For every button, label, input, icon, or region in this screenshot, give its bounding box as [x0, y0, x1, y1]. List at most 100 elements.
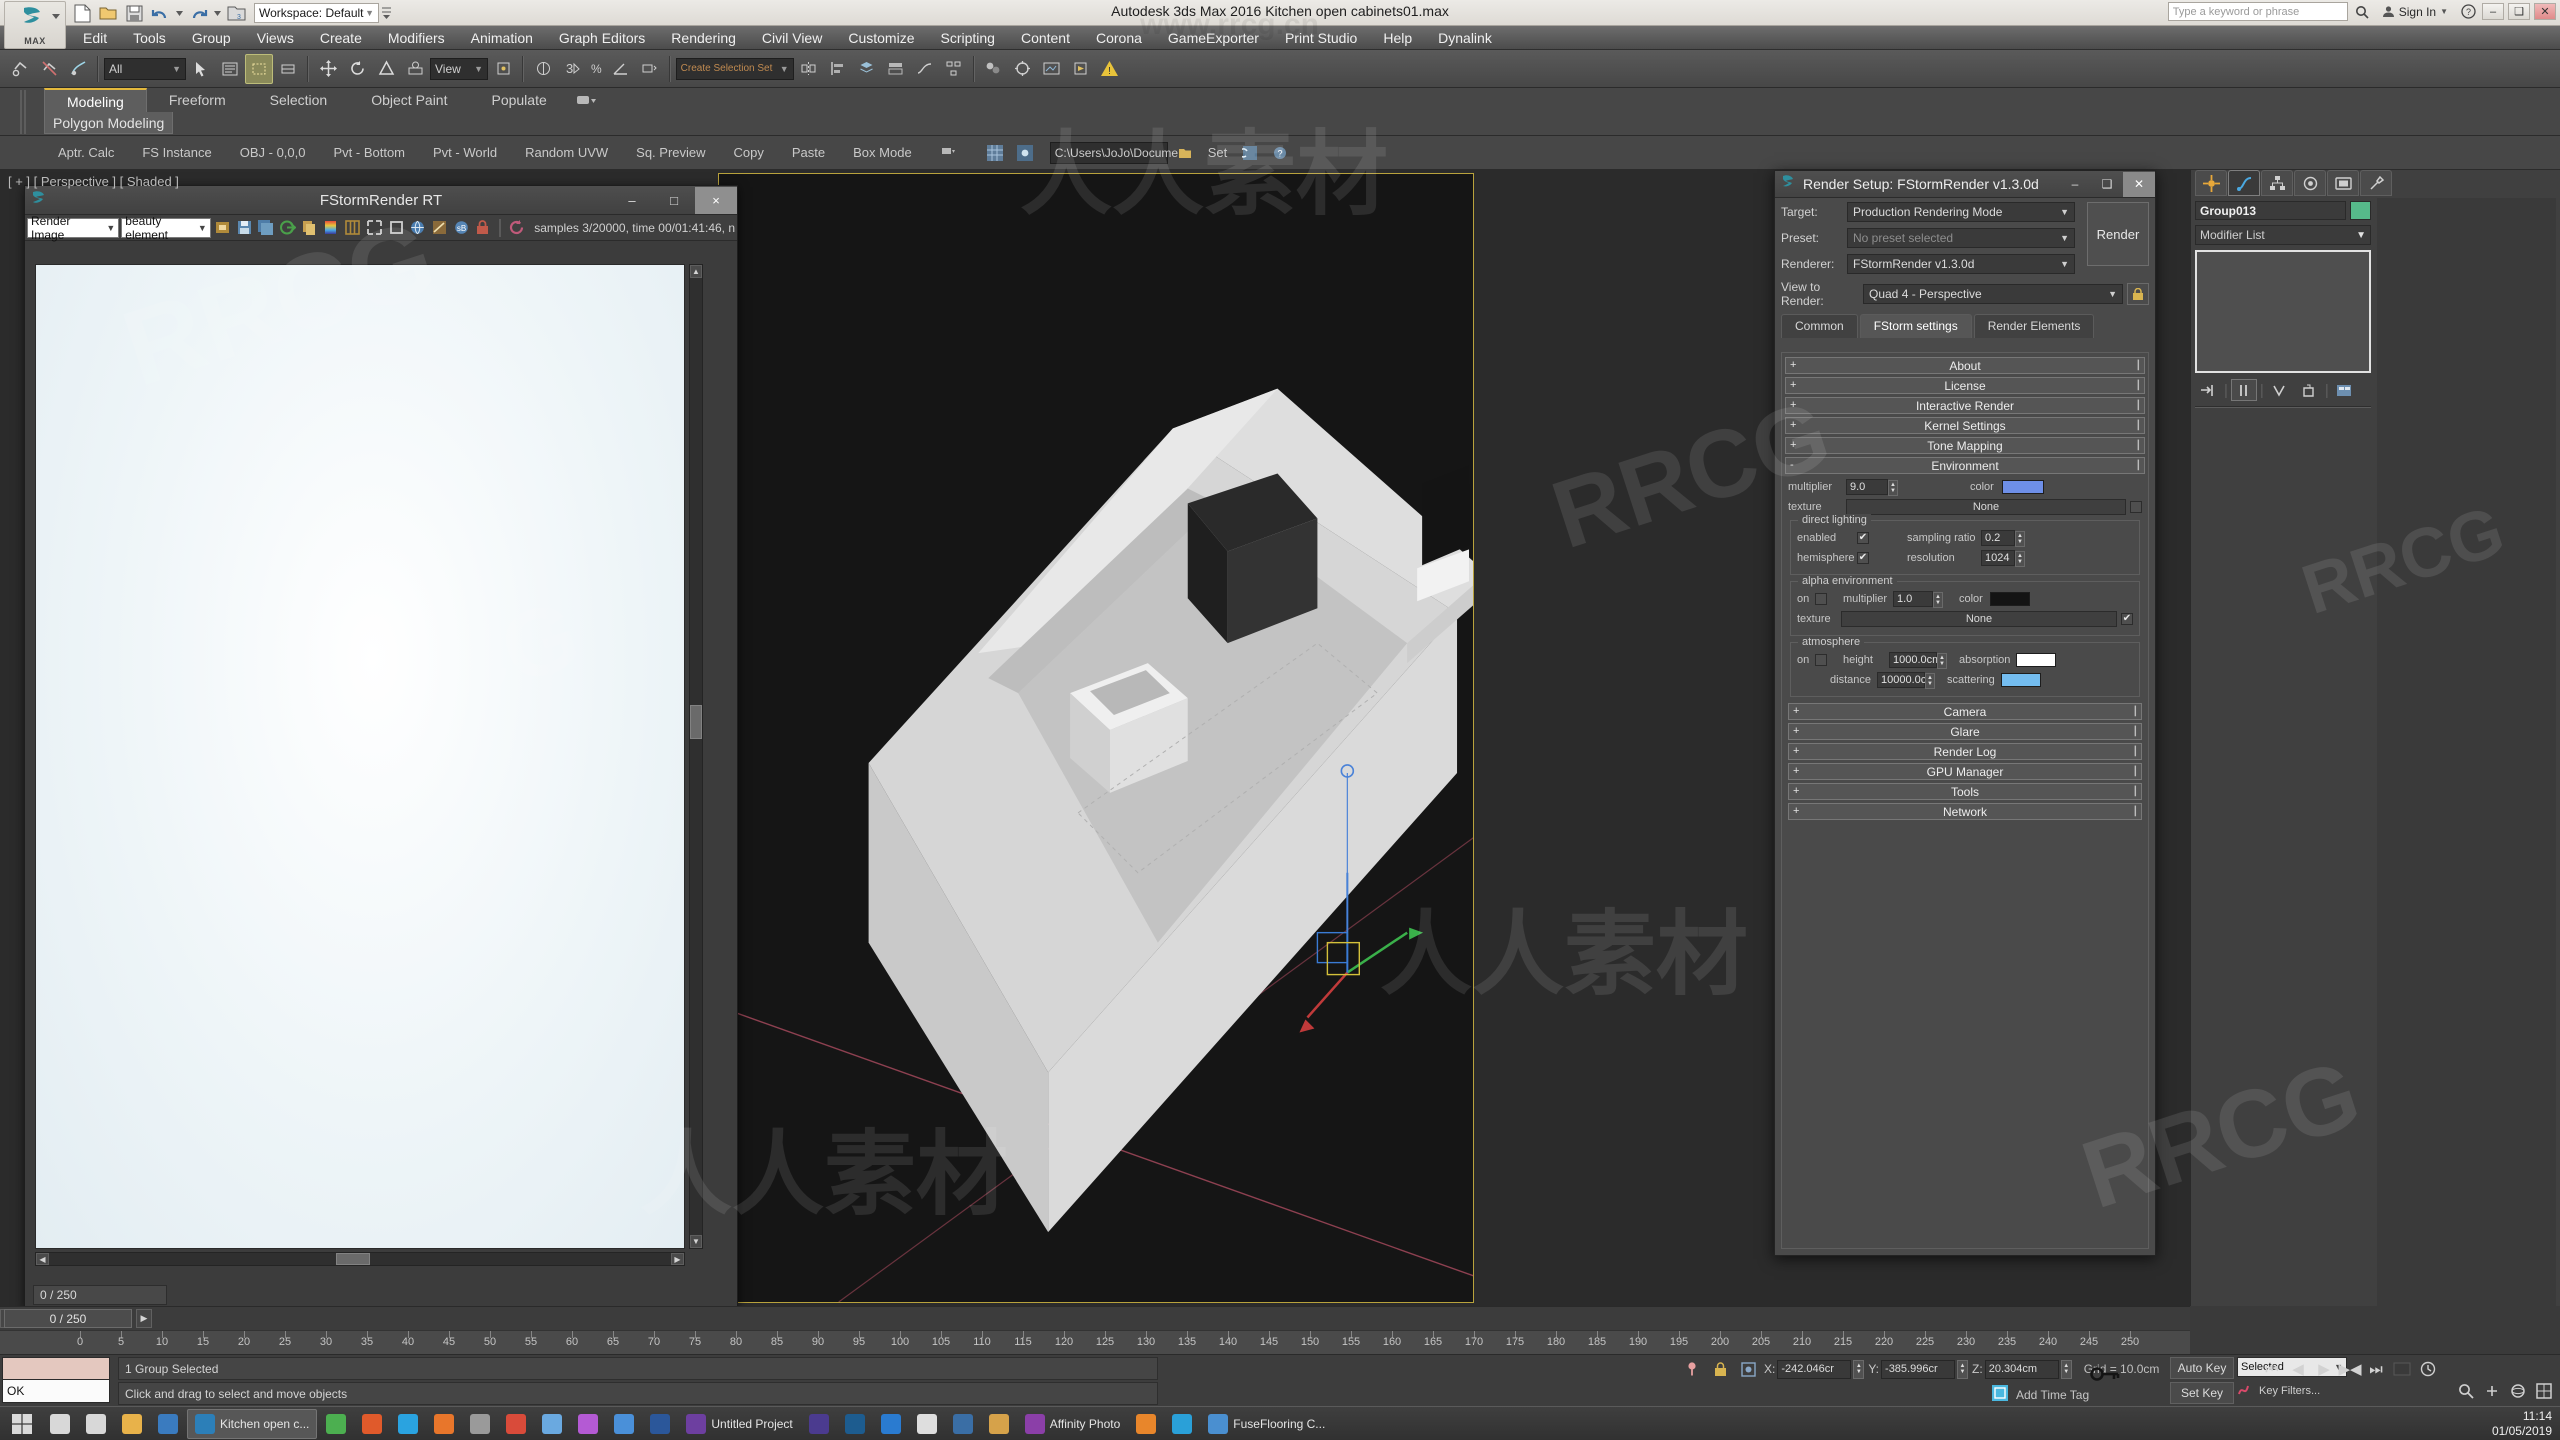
open-file-icon[interactable] [96, 2, 120, 24]
help-icon[interactable]: ? [2458, 3, 2478, 21]
script-button-paste[interactable]: Paste [778, 141, 839, 165]
ribbon-tab-freeform[interactable]: Freeform [147, 88, 248, 112]
globe-icon[interactable] [408, 217, 428, 238]
menu-item-edit[interactable]: Edit [70, 26, 120, 50]
unlink-icon[interactable] [35, 54, 63, 84]
align-icon[interactable] [824, 54, 852, 84]
project-folder-icon[interactable]: 3 [224, 2, 248, 24]
render-setup-title-bar[interactable]: Render Setup: FStormRender v1.3.0d – ❑ ✕ [1775, 171, 2155, 198]
create-tab[interactable] [2195, 170, 2227, 196]
modifier-stack[interactable] [2195, 250, 2371, 373]
taskbar-item-max[interactable] [151, 1409, 185, 1439]
menu-item-dynalink[interactable]: Dynalink [1425, 26, 1505, 50]
select-and-manipulate-icon[interactable] [529, 54, 557, 84]
taskbar-item-power[interactable] [499, 1409, 533, 1439]
crop-icon[interactable] [386, 217, 406, 238]
ribbon-tab-populate[interactable]: Populate [469, 88, 568, 112]
render-button[interactable]: Render [2087, 202, 2149, 266]
show-end-result-icon[interactable] [2230, 379, 2257, 401]
fstorm-element-combo[interactable]: beauty element ▼ [121, 214, 211, 242]
material-editor-icon[interactable] [980, 54, 1008, 84]
alpha-texture-checkbox[interactable]: ✔ [2121, 613, 2133, 625]
time-tag-icon[interactable] [1990, 1383, 2010, 1407]
render-setup-tab-fstorm-settings[interactable]: FStorm settings [1859, 314, 1972, 338]
track-bar[interactable]: 0 5 10 15 20 25 30 35 40 45 50 55 60 65 70 75 80 85 90 95 10… [0, 1330, 2190, 1354]
script-button-random-uvw[interactable]: Random UVW [511, 141, 622, 165]
gradient-icon[interactable] [321, 217, 341, 238]
time-slider-next-icon[interactable]: ▶ [136, 1309, 152, 1328]
script-button-box-mode[interactable]: Box Mode [839, 141, 926, 165]
fstorm-minimize-button[interactable]: – [611, 187, 653, 214]
atmosphere-absorption-swatch[interactable] [2016, 653, 2057, 667]
lock-icon[interactable] [473, 217, 493, 238]
render-setup-dialog[interactable]: Render Setup: FStormRender v1.3.0d – ❑ ✕… [1774, 170, 2156, 1256]
atmosphere-on-checkbox[interactable] [1815, 654, 1827, 666]
rollout-gpu-manager[interactable]: + GPU Manager ┃ [1788, 763, 2142, 780]
fit-icon[interactable] [365, 217, 385, 238]
rollout-environment[interactable]: - Environment ┃ [1785, 457, 2145, 474]
menu-item-graph-editors[interactable]: Graph Editors [546, 26, 658, 50]
preset-dropdown[interactable]: No preset selected ▼ [1847, 228, 2075, 248]
snap-toggle-icon[interactable] [1012, 140, 1038, 166]
script-button-fs-instance[interactable]: FS Instance [128, 141, 225, 165]
menu-item-corona[interactable]: Corona [1083, 26, 1155, 50]
rollout-kernel-settings[interactable]: + Kernel Settings ┃ [1785, 417, 2145, 434]
maxscript-input-pane[interactable]: OK [2, 1380, 110, 1403]
play-animation-icon[interactable]: ▶ [2312, 1357, 2336, 1381]
maximize-viewport-icon[interactable] [2532, 1379, 2556, 1403]
rollout-about[interactable]: + About ┃ [1785, 357, 2145, 374]
dl-sampling-ratio-input[interactable]: 0.2 ▲ ▼ [1981, 530, 2025, 547]
spinner-arrows-icon[interactable]: ▲ ▼ [1888, 480, 1898, 496]
auto-key-button[interactable]: Auto Key [2170, 1357, 2234, 1379]
reference-coordinate-system-combo[interactable]: View ▼ [430, 57, 488, 80]
motion-tab[interactable] [2294, 170, 2326, 196]
remove-modifier-icon[interactable] [2296, 379, 2322, 401]
perspective-viewport[interactable] [718, 173, 1474, 1303]
taskbar-item-aftereffects[interactable] [802, 1409, 836, 1439]
new-file-icon[interactable] [70, 2, 94, 24]
ribbon-tab-modeling[interactable]: Modeling [44, 88, 147, 112]
fstorm-close-button[interactable]: × [695, 186, 737, 214]
taskbar-item-sketchup[interactable] [355, 1409, 389, 1439]
spinner-arrows-icon[interactable]: ▲ ▼ [1853, 1359, 1865, 1379]
grid-toggle-icon[interactable] [982, 140, 1008, 166]
taskbar-item-max-app[interactable]: Kitchen open c... [187, 1408, 318, 1439]
taskbar-item-notes[interactable] [910, 1409, 944, 1439]
fstorm-vertical-scrollbar[interactable]: ▲ ▼ [689, 264, 703, 1249]
atmosphere-scattering-swatch[interactable] [2000, 673, 2041, 687]
taskbar-item-explorer[interactable] [115, 1409, 149, 1439]
go-to-end-icon[interactable]: ⏭ [2364, 1357, 2388, 1381]
search-icon[interactable] [2352, 3, 2372, 21]
placement-icon[interactable] [401, 54, 429, 84]
bind-space-warp-icon[interactable] [64, 54, 92, 84]
scroll-right-icon[interactable]: ▶ [671, 1253, 684, 1265]
taskbar-item-chrome[interactable] [319, 1409, 353, 1439]
scroll-thumb[interactable] [690, 705, 702, 739]
add-time-tag-label[interactable]: Add Time Tag [2016, 1388, 2089, 1402]
dropdown-icon[interactable] [936, 140, 962, 166]
next-frame-icon[interactable]: ▶◀ [2338, 1357, 2362, 1381]
menu-item-views[interactable]: Views [244, 26, 307, 50]
fstorm-render-mode-combo[interactable]: Render Image ▼ [27, 214, 120, 242]
script-button-sq-preview[interactable]: Sq. Preview [622, 141, 719, 165]
menu-item-scripting[interactable]: Scripting [927, 26, 1007, 50]
dl-enabled-checkbox[interactable]: ✔ [1857, 532, 1869, 544]
scroll-thumb[interactable] [336, 1253, 370, 1265]
dl-hemisphere-checkbox[interactable]: ✔ [1857, 552, 1869, 564]
select-by-name-icon[interactable] [216, 54, 244, 84]
taskbar-item-edge[interactable] [1165, 1409, 1199, 1439]
env-color-swatch[interactable] [2001, 480, 2044, 494]
view-to-render-dropdown[interactable]: Quad 4 - Perspective ▼ [1863, 284, 2123, 304]
zoom-icon[interactable] [2454, 1379, 2478, 1403]
export-icon[interactable] [278, 217, 298, 238]
select-and-rotate-icon[interactable] [343, 54, 371, 84]
redo-dropdown-icon[interactable] [212, 2, 222, 24]
menu-item-customize[interactable]: Customize [835, 26, 927, 50]
application-menu-button[interactable]: MAX [4, 1, 66, 49]
selection-filter-combo[interactable]: All ▼ [104, 57, 186, 80]
make-unique-icon[interactable] [2267, 379, 2293, 401]
display-tab[interactable] [2327, 170, 2359, 196]
sign-in-button[interactable]: Sign In ▼ [2376, 5, 2454, 19]
fstorm-maximize-button[interactable]: □ [653, 187, 695, 214]
spinner-arrows-icon[interactable]: ▲ ▼ [1925, 673, 1935, 689]
